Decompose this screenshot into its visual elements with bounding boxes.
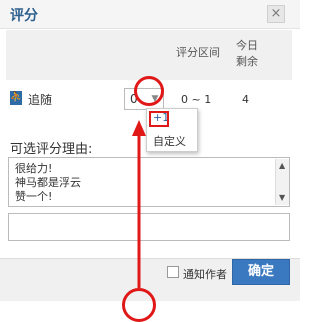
close-icon[interactable]: × <box>267 5 285 23</box>
score-range: 0 ~ 1 <box>181 93 212 106</box>
remaining-today: 4 <box>242 93 249 106</box>
reason-text-input[interactable] <box>8 213 290 241</box>
scroll-down-icon[interactable]: ▼ <box>279 193 285 202</box>
reason-option[interactable]: 神马都是浮云 <box>15 176 81 189</box>
dialog-titlebar: 评分 × <box>0 0 300 29</box>
notify-author-label[interactable]: 通知作者 <box>183 266 227 282</box>
annotation-circle-bottom <box>122 288 156 322</box>
rating-item-name: 追随 <box>28 93 53 107</box>
dialog-title: 评分 <box>10 8 38 24</box>
reason-option[interactable]: 很给力! <box>15 162 52 175</box>
notify-author-checkbox[interactable] <box>167 266 179 278</box>
reason-listbox[interactable]: 很给力! 神马都是浮云 赞一个! ▲ ▼ <box>8 157 290 207</box>
column-header-remaining: 今日剩余 <box>236 39 258 68</box>
column-header-range: 评分区间 <box>176 46 220 59</box>
confirm-button[interactable]: 确定 <box>232 259 290 285</box>
dropdown-option-custom[interactable]: 自定义 <box>153 133 186 149</box>
rating-dialog: 评分 × 评分区间 今日剩余 ⛹ 追随 0 ▼ 0 ~ 1 4 +1 自定义 可… <box>0 0 300 322</box>
scroll-up-icon[interactable]: ▲ <box>279 161 285 170</box>
annotation-box <box>149 111 169 127</box>
user-icon: ⛹ <box>10 91 23 105</box>
reason-option[interactable]: 赞一个! <box>15 190 52 203</box>
annotation-circle <box>134 76 164 106</box>
scrollbar[interactable]: ▲ ▼ <box>275 159 289 205</box>
reason-label: 可选评分理由: <box>10 142 93 157</box>
